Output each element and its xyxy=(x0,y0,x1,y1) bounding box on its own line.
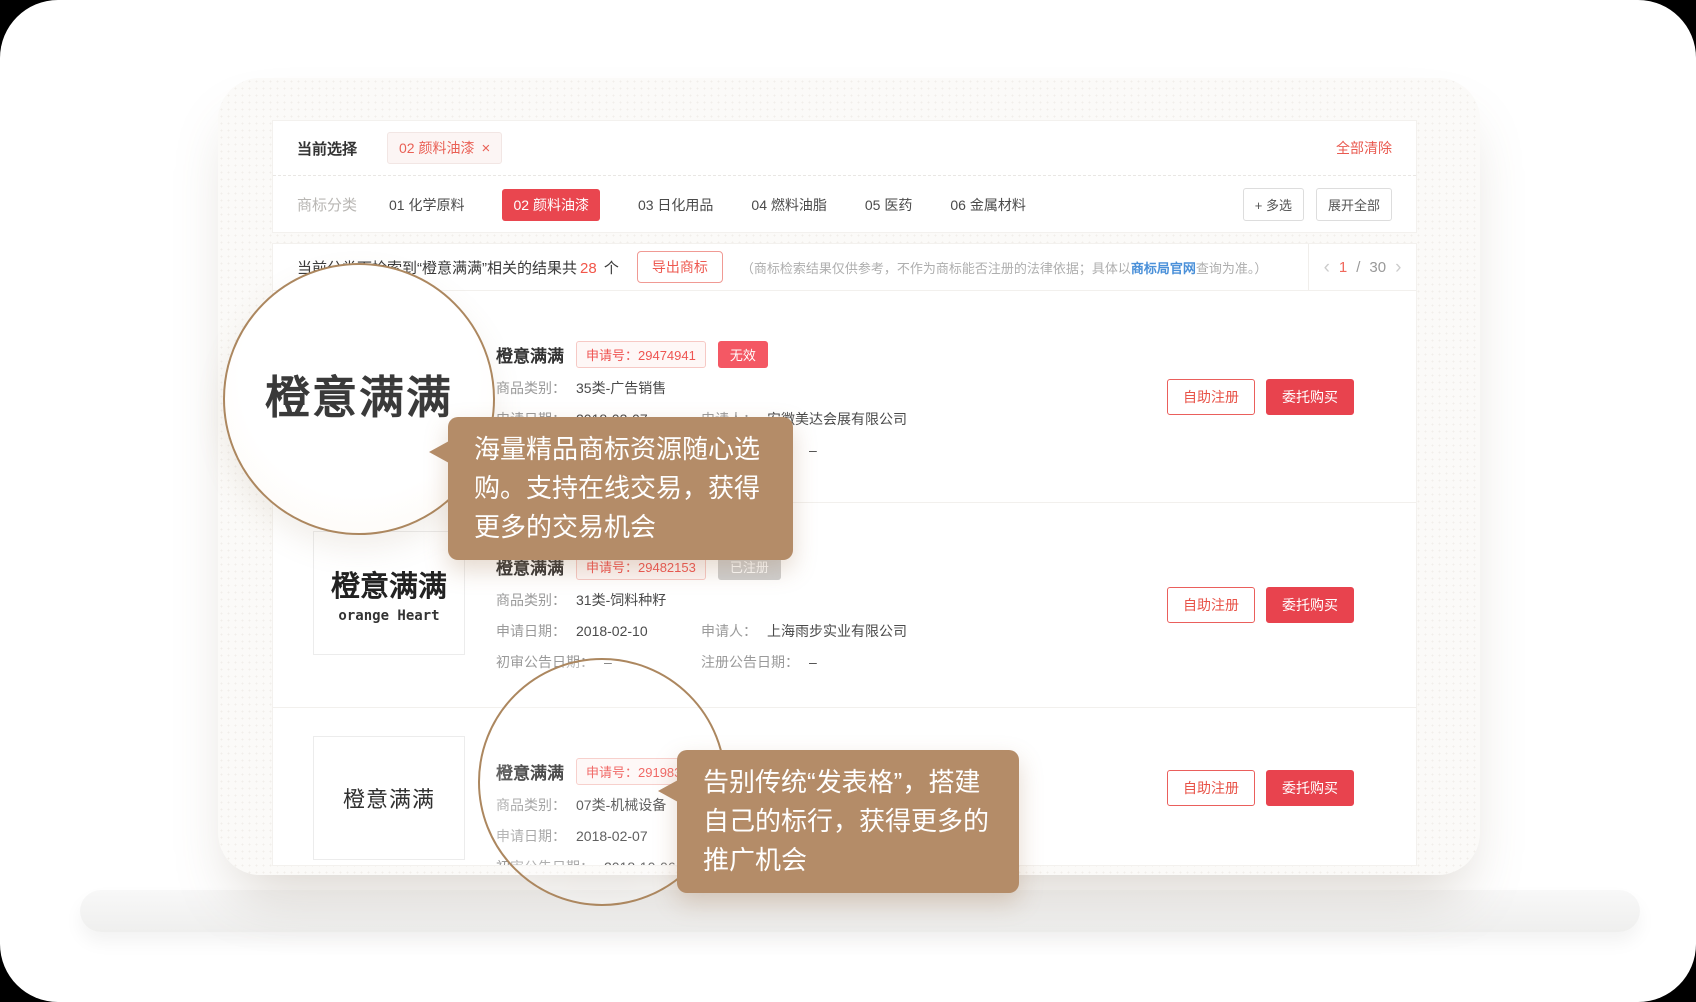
laptop-base xyxy=(80,890,1640,932)
disclaimer-suffix: 查询为准。） xyxy=(1196,261,1268,276)
date-field-label: 申请日期： xyxy=(496,825,566,847)
tab-category-04[interactable]: 04 燃料油脂 xyxy=(751,195,826,215)
current-selection-label: 当前选择 xyxy=(297,138,357,159)
category-field-label: 商品类别： xyxy=(496,589,566,611)
trademark-image-subtext: orange Heart xyxy=(338,608,439,624)
results-header: 当前分类下检索到“橙意满满”相关的结果共28 个 导出商标 （商标检索结果仅供参… xyxy=(273,244,1416,291)
category-label: 商标分类 xyxy=(297,194,357,215)
app-no-value: 29482153 xyxy=(638,560,696,575)
first-pub-value: – xyxy=(604,651,612,673)
trademark-image-text: 橙意满满 xyxy=(343,782,435,814)
trademark-detail-2: 橙意满满 申请号：29482153 已注册 商品类别： 31类-饲料种籽 申请日… xyxy=(496,553,907,707)
app-no-label: 申请号： xyxy=(586,348,638,363)
selected-filter-tag-label: 02 颜料油漆 xyxy=(399,138,474,158)
trademark-image-text: 橙意满满 xyxy=(331,563,447,605)
category-tabs-row: 商标分类 01 化学原料 02 颜料油漆 03 日化用品 04 燃料油脂 05 … xyxy=(273,176,1416,233)
application-number-badge: 申请号：29474941 xyxy=(576,341,706,368)
first-pub-value: 2018-10-06 xyxy=(604,856,676,866)
multi-select-button[interactable]: + 多选 xyxy=(1243,188,1304,221)
app-no-value: 29474941 xyxy=(638,348,696,363)
pagination: ‹ 1 / 30 › xyxy=(1308,244,1416,290)
self-register-button[interactable]: 自助注册 xyxy=(1167,770,1255,806)
self-register-button[interactable]: 自助注册 xyxy=(1167,587,1255,623)
trademark-name: 橙意满满 xyxy=(496,759,564,784)
next-page-icon[interactable]: › xyxy=(1395,258,1401,277)
self-register-button[interactable]: 自助注册 xyxy=(1167,379,1255,415)
tab-category-02-selected[interactable]: 02 颜料油漆 xyxy=(502,189,599,221)
category-field-label: 商品类别： xyxy=(496,794,566,816)
page-separator: / xyxy=(1356,259,1360,276)
category-field-label: 商品类别： xyxy=(496,377,566,399)
applicant-field-label: 申请人： xyxy=(701,620,757,642)
category-field-value: 31类-饲料种籽 xyxy=(576,589,666,611)
close-icon[interactable]: × xyxy=(481,141,490,156)
trademark-name: 橙意满满 xyxy=(496,342,564,367)
entrust-buy-button[interactable]: 委托购买 xyxy=(1266,587,1354,623)
category-field-value: 07类-机械设备 xyxy=(576,794,666,816)
screenshot-canvas: 当前选择 02 颜料油漆 × 全部清除 商标分类 01 化学原料 02 颜料油漆… xyxy=(0,0,1696,1002)
expand-all-button[interactable]: 展开全部 xyxy=(1316,188,1392,221)
date-field-label: 申请日期： xyxy=(496,620,566,642)
first-pub-label: 初审公告日期： xyxy=(496,856,594,866)
status-badge-invalid: 无效 xyxy=(718,341,768,368)
total-pages: 30 xyxy=(1369,259,1386,276)
disclaimer-prefix: （商标检索结果仅供参考，不作为商标能否注册的法律依据；具体以 xyxy=(741,261,1131,276)
prev-page-icon[interactable]: ‹ xyxy=(1324,258,1330,277)
selected-filter-tag[interactable]: 02 颜料油漆 × xyxy=(387,132,502,164)
entrust-buy-button[interactable]: 委托购买 xyxy=(1266,770,1354,806)
category-field-value: 35类-广告销售 xyxy=(576,377,666,399)
trademark-detail-3: 橙意满满 申请号：29198321 商品类别： 07类-机械设备 申请日期： 2… xyxy=(496,758,706,866)
tooltip-promotion: 告别传统“发表格”，搭建自己的标行，获得更多的推广机会 xyxy=(677,750,1019,893)
row-actions-3: 自助注册 委托购买 xyxy=(1167,770,1354,806)
app-no-label: 申请号： xyxy=(586,560,638,575)
current-page: 1 xyxy=(1339,259,1347,276)
date-field-value: 2018-02-07 xyxy=(576,825,648,847)
entrust-buy-button[interactable]: 委托购买 xyxy=(1266,379,1354,415)
export-trademark-button[interactable]: 导出商标 xyxy=(637,251,723,283)
date-field-value: 2018-02-10 xyxy=(576,620,648,642)
reg-pub-value: – xyxy=(809,439,817,461)
filter-action-buttons: + 多选 展开全部 xyxy=(1243,188,1392,221)
trademark-office-link[interactable]: 商标局官网 xyxy=(1131,261,1196,276)
results-summary-suffix: 个 xyxy=(600,260,619,277)
clear-all-button[interactable]: 全部清除 xyxy=(1336,138,1392,158)
applicant-field-value: 上海雨步实业有限公司 xyxy=(767,620,907,642)
row-actions-1: 自助注册 委托购买 xyxy=(1167,379,1354,415)
results-count: 28 xyxy=(580,260,597,277)
magnified-trademark-text: 橙意满满 xyxy=(265,361,453,426)
tooltip-marketplace: 海量精品商标资源随心选购。支持在线交易，获得更多的交易机会 xyxy=(448,417,793,560)
current-selection-row: 当前选择 02 颜料油漆 × 全部清除 xyxy=(273,121,1416,176)
tab-category-03[interactable]: 03 日化用品 xyxy=(638,195,713,215)
reg-pub-value: – xyxy=(809,651,817,673)
trademark-image-2[interactable]: 橙意满满 orange Heart xyxy=(313,531,465,655)
result-row-2: 橙意满满 orange Heart 橙意满满 申请号：29482153 已注册 … xyxy=(273,502,1416,707)
trademark-image-3[interactable]: 橙意满满 xyxy=(313,736,465,860)
app-no-label: 申请号： xyxy=(586,765,638,780)
reg-pub-label: 注册公告日期： xyxy=(701,651,799,673)
tab-category-06[interactable]: 06 金属材料 xyxy=(950,195,1025,215)
tab-category-05[interactable]: 05 医药 xyxy=(865,195,912,215)
tab-category-01[interactable]: 01 化学原料 xyxy=(389,195,464,215)
disclaimer-note: （商标检索结果仅供参考，不作为商标能否注册的法律依据；具体以商标局官网查询为准。… xyxy=(741,258,1268,277)
row-actions-2: 自助注册 委托购买 xyxy=(1167,587,1354,623)
filter-panel: 当前选择 02 颜料油漆 × 全部清除 商标分类 01 化学原料 02 颜料油漆… xyxy=(272,120,1417,233)
category-tabs: 01 化学原料 02 颜料油漆 03 日化用品 04 燃料油脂 05 医药 06… xyxy=(389,189,1026,221)
first-pub-label: 初审公告日期： xyxy=(496,651,594,673)
